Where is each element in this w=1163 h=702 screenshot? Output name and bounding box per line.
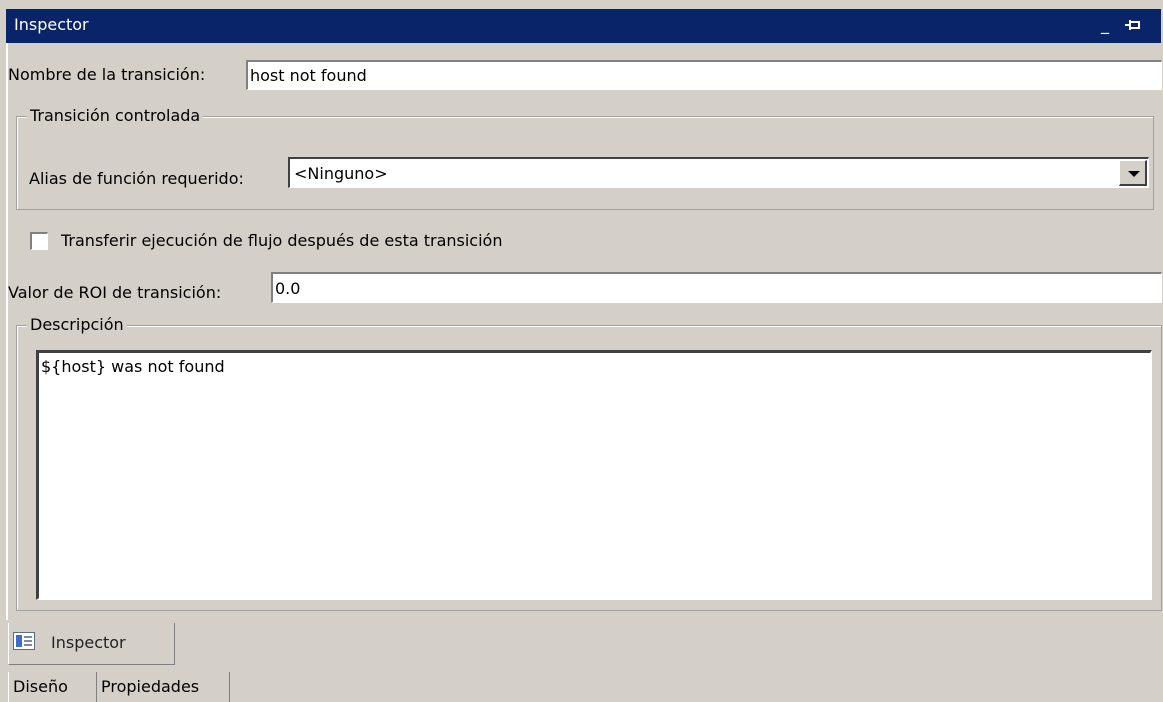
chevron-down-icon bbox=[1128, 171, 1140, 177]
inspector-icon bbox=[13, 632, 35, 650]
tab-diseno[interactable]: Diseño bbox=[8, 672, 97, 702]
tab-inspector[interactable]: Inspector bbox=[8, 623, 175, 665]
transfer-flow-checkbox[interactable] bbox=[30, 232, 48, 250]
transfer-flow-label: Transferir ejecución de flujo después de… bbox=[61, 231, 503, 250]
inspector-panel: Nombre de la transición: Transición cont… bbox=[6, 43, 1163, 620]
tab-propiedades[interactable]: Propiedades bbox=[97, 672, 230, 702]
transition-name-input[interactable] bbox=[246, 60, 1162, 90]
description-textarea[interactable]: ${host} was not found bbox=[36, 350, 1152, 600]
window-title: Inspector bbox=[14, 15, 89, 34]
description-legend: Descripción bbox=[27, 314, 127, 336]
roi-value-input[interactable] bbox=[271, 272, 1162, 303]
roi-value-label: Valor de ROI de transición: bbox=[8, 283, 222, 302]
function-alias-value: <Ninguno> bbox=[294, 164, 388, 183]
description-group: Descripción ${host} was not found bbox=[16, 314, 1162, 611]
tab-inspector-label: Inspector bbox=[51, 633, 126, 652]
pin-icon-glyph bbox=[1125, 20, 1140, 30]
controlled-transition-group: Transición controlada Alias de función r… bbox=[16, 105, 1154, 210]
dropdown-button[interactable] bbox=[1119, 160, 1147, 186]
inspector-title-bar: Inspector _ bbox=[6, 9, 1161, 43]
function-alias-select[interactable]: <Ninguno> bbox=[288, 157, 1149, 188]
transition-name-label: Nombre de la transición: bbox=[8, 65, 206, 84]
minimize-button[interactable]: _ bbox=[1094, 13, 1116, 37]
pin-icon[interactable] bbox=[1122, 13, 1144, 37]
function-alias-label: Alias de función requerido: bbox=[29, 169, 244, 188]
controlled-transition-legend: Transición controlada bbox=[27, 105, 204, 127]
